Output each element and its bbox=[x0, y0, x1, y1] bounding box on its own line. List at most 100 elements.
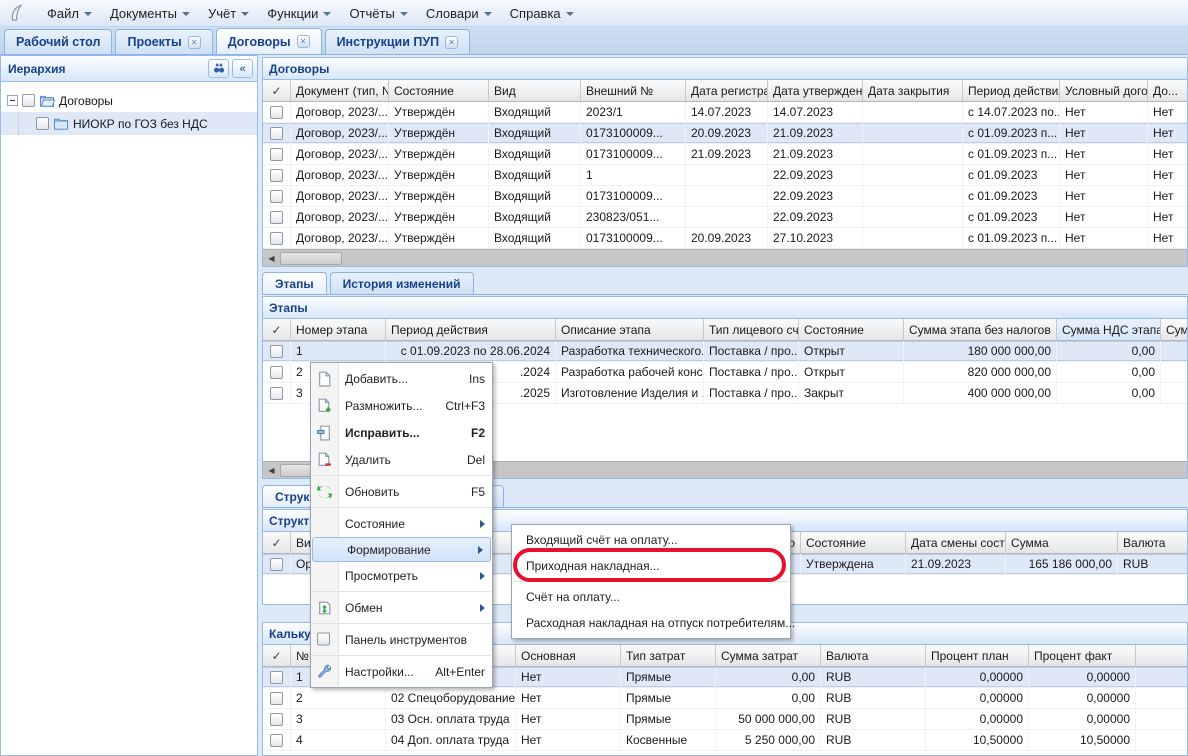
column-header[interactable]: Вид bbox=[489, 80, 581, 101]
workspace-tab[interactable]: Проекты ✕ bbox=[115, 29, 212, 54]
menu-item-add[interactable]: Добавить...Ins bbox=[311, 365, 492, 392]
column-header[interactable]: Описание этапа bbox=[556, 319, 704, 340]
table-row[interactable]: Договор, 2023/... Утверждён Входящий 230… bbox=[263, 207, 1187, 228]
row-checkbox[interactable] bbox=[270, 558, 283, 571]
menubar-item[interactable]: Учёт bbox=[199, 2, 258, 25]
menu-item-formation[interactable]: Формирование bbox=[312, 537, 491, 562]
column-header[interactable]: Внешний № bbox=[581, 80, 686, 101]
row-checkbox[interactable] bbox=[270, 671, 283, 684]
table-row[interactable]: Договор, 2023/... Утверждён Входящий 017… bbox=[263, 123, 1187, 144]
table-row[interactable]: Договор, 2023/... Утверждён Входящий 202… bbox=[263, 102, 1187, 123]
menu-item-duplicate[interactable]: Размножить...Ctrl+F3 bbox=[311, 392, 492, 419]
column-header-check[interactable]: ✓ bbox=[263, 80, 291, 101]
row-checkbox[interactable] bbox=[270, 345, 283, 358]
menu-item-state[interactable]: Состояние bbox=[311, 510, 492, 537]
column-header[interactable]: Номер этапа bbox=[291, 319, 386, 340]
column-header[interactable]: Сумма эт... bbox=[1161, 319, 1187, 340]
menu-item-delete[interactable]: УдалитьDel bbox=[311, 446, 492, 473]
workspace-tab[interactable]: Рабочий стол ✕ bbox=[4, 29, 112, 54]
column-header[interactable]: Валюта bbox=[821, 645, 926, 666]
table-row[interactable]: 1 с 01.09.2023 по 28.06.2024 Разработка … bbox=[263, 341, 1187, 362]
column-header[interactable]: Основная bbox=[516, 645, 621, 666]
workspace-tab[interactable]: Договоры ✕ bbox=[216, 28, 322, 54]
row-checkbox[interactable] bbox=[270, 190, 283, 203]
column-header[interactable]: До... bbox=[1148, 80, 1187, 101]
table-row[interactable]: 4 04 Доп. оплата труда Нет Косвенные 5 2… bbox=[263, 730, 1187, 751]
row-checkbox[interactable] bbox=[270, 387, 283, 400]
menubar-item[interactable]: Документы bbox=[101, 2, 199, 25]
scrollbar-thumb[interactable] bbox=[280, 252, 342, 265]
menu-item-edit[interactable]: Исправить...F2 bbox=[311, 419, 492, 446]
row-checkbox[interactable] bbox=[270, 232, 283, 245]
column-header[interactable]: Период действия bbox=[386, 319, 556, 340]
menubar-item[interactable]: Словари bbox=[417, 2, 501, 25]
table-row[interactable]: 2 02 Спецоборудование Нет Прямые 0,00 RU… bbox=[263, 688, 1187, 709]
menu-item-exchange[interactable]: Обмен bbox=[311, 594, 492, 621]
row-checkbox[interactable] bbox=[270, 692, 283, 705]
submenu-item-payment-invoice[interactable]: Счёт на оплату... bbox=[512, 584, 790, 610]
close-icon[interactable]: ✕ bbox=[445, 36, 458, 49]
column-header[interactable]: Дата регистрации. bbox=[686, 80, 768, 101]
column-header[interactable]: Тип лицевого счёт bbox=[704, 319, 799, 340]
scroll-left-arrow-icon[interactable]: ◀ bbox=[263, 250, 280, 267]
column-header-check[interactable]: ✓ bbox=[263, 532, 291, 553]
column-header[interactable]: Документ (тип, № bbox=[291, 80, 389, 101]
table-row[interactable]: 3 03 Осн. оплата труда Нет Прямые 50 000… bbox=[263, 709, 1187, 730]
menu-item-view[interactable]: Просмотреть bbox=[311, 562, 492, 589]
row-checkbox[interactable] bbox=[270, 148, 283, 161]
menubar-item[interactable]: Файл bbox=[38, 2, 101, 25]
row-checkbox[interactable] bbox=[270, 169, 283, 182]
menu-item-toolbar-toggle[interactable]: Панель инструментов bbox=[311, 626, 492, 653]
table-row[interactable]: Договор, 2023/... Утверждён Входящий 017… bbox=[263, 186, 1187, 207]
column-header[interactable]: Состояние bbox=[801, 532, 906, 553]
tree-node-child[interactable]: НИОКР по ГОЗ без НДС bbox=[1, 112, 257, 135]
column-header[interactable]: Процент план bbox=[926, 645, 1029, 666]
submenu-item-outgoing-note[interactable]: Расходная накладная на отпуск потребител… bbox=[512, 610, 790, 636]
scroll-left-arrow-icon[interactable]: ◀ bbox=[263, 462, 280, 479]
column-header[interactable]: Состояние bbox=[389, 80, 489, 101]
table-row[interactable]: Договор, 2023/... Утверждён Входящий 1 2… bbox=[263, 165, 1187, 186]
column-header-check[interactable]: ✓ bbox=[263, 319, 291, 340]
column-header[interactable]: Дата закрытия bbox=[863, 80, 963, 101]
column-header-sorted[interactable]: Сумма НДС этапа bbox=[1057, 319, 1161, 340]
column-header[interactable]: Сумма bbox=[1006, 532, 1118, 553]
column-header[interactable]: Период действия.. bbox=[963, 80, 1060, 101]
row-checkbox[interactable] bbox=[270, 366, 283, 379]
table-row[interactable]: Договор, 2023/... Утверждён Входящий 017… bbox=[263, 144, 1187, 165]
collapse-panel-button[interactable]: « bbox=[232, 59, 253, 78]
row-checkbox[interactable] bbox=[270, 211, 283, 224]
menu-item-settings[interactable]: Настройки...Alt+Enter bbox=[311, 658, 492, 685]
column-header[interactable]: Состояние bbox=[799, 319, 904, 340]
column-header[interactable]: Сумма этапа без налогов bbox=[904, 319, 1057, 340]
tab-history[interactable]: История изменений bbox=[330, 272, 474, 294]
tree-checkbox[interactable] bbox=[22, 94, 35, 107]
menu-item-refresh[interactable]: ОбновитьF5 bbox=[311, 478, 492, 505]
tree-checkbox[interactable] bbox=[36, 117, 49, 130]
column-header[interactable]: Дата утверждения bbox=[768, 80, 863, 101]
tree-node-root[interactable]: Договоры bbox=[1, 89, 257, 112]
close-icon[interactable]: ✕ bbox=[188, 36, 201, 49]
menubar-item[interactable]: Отчёты bbox=[340, 2, 416, 25]
table-row[interactable]: Договор, 2023/... Утверждён Входящий 017… bbox=[263, 228, 1187, 249]
column-header[interactable]: Валюта bbox=[1118, 532, 1187, 553]
column-header[interactable]: Тип затрат bbox=[621, 645, 716, 666]
column-header-check[interactable]: ✓ bbox=[263, 645, 291, 666]
menubar-item[interactable]: Функции bbox=[258, 2, 340, 25]
column-header[interactable] bbox=[1136, 645, 1187, 666]
row-checkbox[interactable] bbox=[270, 106, 283, 119]
submenu-item-incoming-invoice[interactable]: Входящий счёт на оплату... bbox=[512, 527, 790, 553]
menubar-item[interactable]: Справка bbox=[501, 2, 583, 25]
submenu-item-receipt-note[interactable]: Приходная накладная... bbox=[512, 553, 790, 579]
search-binoculars-button[interactable] bbox=[208, 59, 229, 78]
row-checkbox[interactable] bbox=[270, 734, 283, 747]
tree-collapse-icon[interactable] bbox=[7, 95, 18, 106]
horizontal-scrollbar[interactable]: ◀ bbox=[263, 249, 1187, 266]
tab-stages[interactable]: Этапы bbox=[262, 272, 327, 294]
close-icon[interactable]: ✕ bbox=[297, 35, 310, 48]
row-checkbox[interactable] bbox=[270, 713, 283, 726]
column-header[interactable]: Процент факт bbox=[1029, 645, 1136, 666]
column-header[interactable]: Дата смены состоя bbox=[906, 532, 1006, 553]
workspace-tab[interactable]: Инструкции ПУП ✕ bbox=[325, 29, 471, 54]
column-header[interactable]: Условный договор bbox=[1060, 80, 1148, 101]
row-checkbox[interactable] bbox=[270, 127, 283, 140]
